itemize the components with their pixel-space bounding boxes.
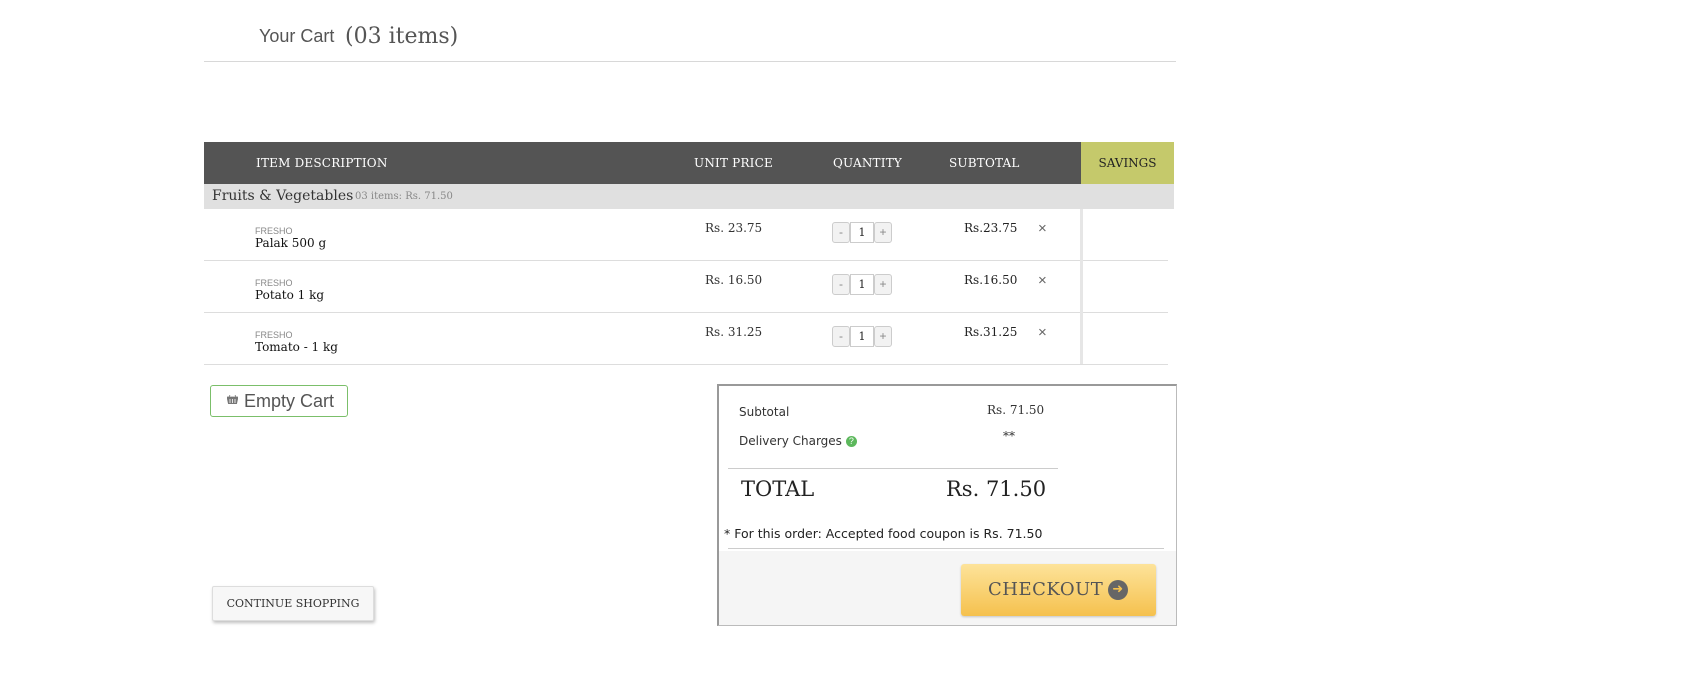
qty-decrease-button[interactable]: - — [832, 326, 850, 347]
col-savings: SAVINGS — [1081, 142, 1174, 184]
remove-item-icon[interactable]: × — [1038, 324, 1047, 341]
total-value: Rs. 71.50 — [946, 477, 1047, 501]
item-brand: FRESHO — [255, 278, 293, 288]
item-brand: FRESHO — [255, 226, 293, 236]
qty-input[interactable]: 1 — [850, 326, 874, 347]
category-name: Fruits & Vegetables — [212, 188, 354, 204]
help-icon[interactable]: ? — [845, 436, 857, 447]
item-subtotal: Rs.31.25 — [964, 325, 1018, 339]
order-summary: Subtotal Rs. 71.50 Delivery Charges? ** … — [717, 384, 1177, 626]
category-row: Fruits & Vegetables 03 items: Rs. 71.50 — [204, 184, 1174, 209]
quantity-stepper: - 1 + — [832, 222, 892, 243]
col-unit-price: UNIT PRICE — [694, 156, 773, 170]
remove-item-icon[interactable]: × — [1038, 220, 1047, 237]
delivery-label-text: Delivery Charges — [739, 434, 842, 448]
header-divider — [204, 61, 1176, 62]
delivery-label: Delivery Charges? — [739, 434, 857, 448]
item-name[interactable]: Potato 1 kg — [255, 288, 324, 302]
category-meta: 03 items: Rs. 71.50 — [355, 191, 453, 202]
empty-cart-button[interactable]: Empty Cart — [210, 385, 348, 417]
arrow-right-icon: ➜ — [1108, 580, 1128, 600]
remove-item-icon[interactable]: × — [1038, 272, 1047, 289]
qty-decrease-button[interactable]: - — [832, 222, 850, 243]
subtotal-label: Subtotal — [739, 405, 790, 419]
delivery-value: ** — [1003, 429, 1015, 443]
coupon-note: * For this order: Accepted food coupon i… — [724, 526, 1043, 541]
empty-cart-label: Empty Cart — [244, 391, 335, 411]
col-subtotal: SUBTOTAL — [949, 156, 1020, 170]
item-subtotal: Rs.16.50 — [964, 273, 1018, 287]
total-label: TOTAL — [741, 477, 815, 501]
qty-input[interactable]: 1 — [850, 222, 874, 243]
table-row: FRESHO Palak 500 g Rs. 23.75 - 1 + Rs.23… — [204, 209, 1168, 261]
qty-increase-button[interactable]: + — [874, 222, 892, 243]
quantity-stepper: - 1 + — [832, 274, 892, 295]
item-unit-price: Rs. 31.25 — [705, 325, 763, 339]
qty-increase-button[interactable]: + — [874, 326, 892, 347]
item-name[interactable]: Tomato - 1 kg — [255, 340, 338, 354]
subtotal-value: Rs. 71.50 — [987, 403, 1045, 417]
item-name[interactable]: Palak 500 g — [255, 236, 326, 250]
item-subtotal: Rs.23.75 — [964, 221, 1018, 235]
savings-column-divider — [1080, 209, 1083, 364]
checkout-button[interactable]: CHECKOUT ➜ — [961, 564, 1156, 616]
col-quantity: QUANTITY — [833, 156, 903, 170]
cart-table-header: ITEM DESCRIPTION UNIT PRICE QUANTITY SUB… — [204, 142, 1174, 184]
quantity-stepper: - 1 + — [832, 326, 892, 347]
table-row: FRESHO Potato 1 kg Rs. 16.50 - 1 + Rs.16… — [204, 261, 1168, 313]
col-item-description: ITEM DESCRIPTION — [256, 156, 388, 170]
summary-divider — [728, 468, 1058, 469]
item-unit-price: Rs. 23.75 — [705, 221, 763, 235]
qty-decrease-button[interactable]: - — [832, 274, 850, 295]
checkout-label: CHECKOUT — [988, 579, 1104, 600]
cart-title: Your Cart — [259, 26, 335, 46]
item-unit-price: Rs. 16.50 — [705, 273, 763, 287]
table-row: FRESHO Tomato - 1 kg Rs. 31.25 - 1 + Rs.… — [204, 313, 1168, 365]
coupon-divider — [728, 548, 1164, 549]
cart-item-count: (03 items) — [345, 24, 459, 49]
continue-shopping-button[interactable]: CONTINUE SHOPPING — [212, 586, 374, 621]
qty-increase-button[interactable]: + — [874, 274, 892, 295]
basket-icon — [227, 395, 238, 404]
item-brand: FRESHO — [255, 330, 293, 340]
qty-input[interactable]: 1 — [850, 274, 874, 295]
